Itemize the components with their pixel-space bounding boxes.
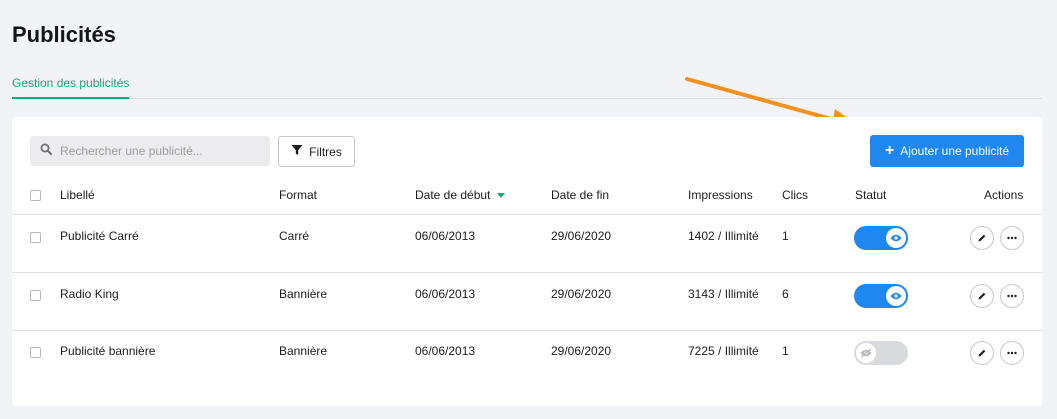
status-toggle[interactable] bbox=[854, 284, 908, 308]
table-row: Publicité bannière Bannière 06/06/2013 2… bbox=[12, 331, 1042, 389]
search-input[interactable] bbox=[60, 144, 260, 158]
column-header-clicks[interactable]: Clics bbox=[782, 188, 808, 202]
cell-start-date: 06/06/2013 bbox=[415, 344, 476, 358]
more-icon bbox=[1007, 294, 1017, 298]
cell-format: Bannière bbox=[279, 344, 328, 358]
cell-clicks: 1 bbox=[782, 344, 789, 358]
cell-format: Carré bbox=[279, 229, 310, 243]
cell-label: Publicité bannière bbox=[60, 344, 156, 358]
column-header-end[interactable]: Date de fin bbox=[551, 188, 609, 202]
more-icon bbox=[1007, 351, 1017, 355]
plus-icon: + bbox=[884, 142, 895, 159]
select-all-checkbox[interactable] bbox=[30, 190, 41, 201]
edit-button[interactable] bbox=[970, 341, 994, 365]
eye-off-icon bbox=[856, 343, 876, 363]
column-header-actions: Actions bbox=[984, 188, 1024, 202]
more-button[interactable] bbox=[1000, 284, 1024, 308]
filter-button[interactable]: Filtres bbox=[278, 136, 355, 167]
add-ad-button[interactable]: + Ajouter une publicité bbox=[870, 135, 1024, 167]
cell-impressions: 1402 / Illimité bbox=[688, 229, 759, 243]
edit-button[interactable] bbox=[970, 284, 994, 308]
search-icon bbox=[40, 142, 52, 160]
ads-card: Filtres + Ajouter une publicité Libellé … bbox=[12, 117, 1042, 406]
row-checkbox[interactable] bbox=[30, 347, 41, 358]
cell-clicks: 6 bbox=[782, 287, 789, 301]
edit-button[interactable] bbox=[970, 226, 994, 250]
cell-impressions: 3143 / Illimité bbox=[688, 287, 759, 301]
column-header-label[interactable]: Libellé bbox=[60, 188, 95, 202]
cell-format: Bannière bbox=[279, 287, 328, 301]
cell-end-date: 29/06/2020 bbox=[551, 344, 612, 358]
status-toggle[interactable] bbox=[854, 226, 908, 250]
cell-label: Radio King bbox=[60, 287, 119, 301]
table-row: Publicité Carré Carré 06/06/2013 29/06/2… bbox=[12, 215, 1042, 273]
table-row: Radio King Bannière 06/06/2013 29/06/202… bbox=[12, 273, 1042, 331]
sort-down-icon[interactable] bbox=[497, 193, 505, 199]
more-button[interactable] bbox=[1000, 226, 1024, 250]
tab-bar: Gestion des publicités bbox=[12, 70, 1042, 99]
cell-start-date: 06/06/2013 bbox=[415, 229, 476, 243]
filter-button-label: Filtres bbox=[309, 144, 342, 159]
eye-icon bbox=[886, 228, 906, 248]
row-checkbox[interactable] bbox=[30, 290, 41, 301]
cell-label: Publicité Carré bbox=[60, 229, 139, 243]
cell-end-date: 29/06/2020 bbox=[551, 229, 612, 243]
cell-impressions: 7225 / Illimité bbox=[688, 344, 759, 358]
pencil-icon bbox=[978, 234, 986, 242]
add-ad-button-label: Ajouter une publicité bbox=[900, 144, 1010, 158]
more-button[interactable] bbox=[1000, 341, 1024, 365]
row-checkbox[interactable] bbox=[30, 232, 41, 243]
cell-end-date: 29/06/2020 bbox=[551, 287, 612, 301]
pencil-icon bbox=[978, 349, 986, 357]
column-header-impressions[interactable]: Impressions bbox=[688, 188, 753, 202]
more-icon bbox=[1007, 236, 1017, 240]
eye-icon bbox=[886, 286, 906, 306]
column-header-start[interactable]: Date de début bbox=[415, 188, 490, 202]
page-title: Publicités bbox=[12, 22, 116, 47]
column-header-status[interactable]: Statut bbox=[855, 188, 886, 202]
search-bar[interactable] bbox=[30, 136, 270, 166]
cell-start-date: 06/06/2013 bbox=[415, 287, 476, 301]
column-header-format[interactable]: Format bbox=[279, 188, 317, 202]
status-toggle[interactable] bbox=[854, 341, 908, 365]
tab-gestion-des-publicites[interactable]: Gestion des publicités bbox=[12, 70, 130, 99]
cell-clicks: 1 bbox=[782, 229, 789, 243]
filter-icon bbox=[291, 144, 303, 159]
pencil-icon bbox=[978, 292, 986, 300]
table-header: Libellé Format Date de début Date de fin… bbox=[12, 177, 1042, 215]
